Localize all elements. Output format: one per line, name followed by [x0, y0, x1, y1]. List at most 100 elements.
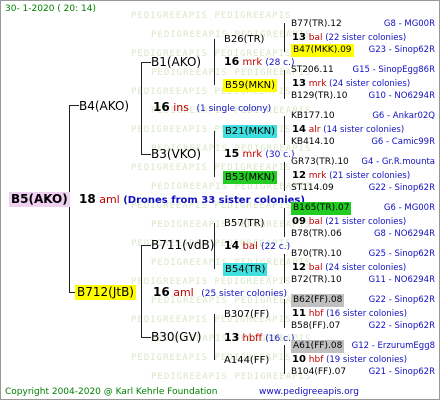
- gen4-top-node[interactable]: B62(FF).08: [291, 294, 345, 307]
- gen2-node[interactable]: B30(GV): [151, 331, 201, 344]
- gen4-bottom-id: G22 - Sinop62R: [368, 183, 435, 193]
- connector: [141, 245, 151, 246]
- gen4-top-id: G4 - Gr.R.mounta: [361, 157, 435, 167]
- count: 14: [292, 124, 306, 135]
- mid-top-info: 16 ins (1 single colony): [153, 101, 271, 116]
- gen4-info: 13 bal (22 sister colonies): [292, 31, 406, 45]
- gen2-node[interactable]: B711(vdB): [151, 239, 214, 252]
- gen3-node[interactable]: B59(MKN): [223, 79, 278, 92]
- sire-count: 18: [79, 192, 96, 206]
- count: 14: [224, 239, 240, 252]
- gen4-top-id: G6 - MG00R: [383, 203, 435, 213]
- gen4-bottom-node[interactable]: B47(MKK).09: [291, 44, 354, 57]
- root-queen[interactable]: B5(AKO): [9, 192, 70, 207]
- connector: [141, 62, 151, 63]
- gen3-node[interactable]: B21(MKN): [223, 125, 278, 138]
- count: 12: [292, 170, 306, 181]
- gen3-node[interactable]: B26(TR): [224, 33, 264, 46]
- code: alr: [305, 125, 321, 135]
- watermark-row: PEDIGREEAPIS PEDIGREEAPIS: [131, 11, 292, 21]
- note: (25 sister colonies): [201, 289, 287, 299]
- gen2-node[interactable]: B3(VKO): [151, 148, 201, 161]
- gen4-bottom-node[interactable]: B72(TR).10: [291, 274, 342, 287]
- connector: [214, 314, 215, 360]
- gen4-bottom-node[interactable]: B104(FF).07: [291, 366, 346, 379]
- connector: [141, 154, 151, 155]
- gen4-bottom-id: G22 - Sinop62R: [368, 321, 435, 331]
- connector: [284, 345, 285, 374]
- count: 13: [224, 331, 240, 344]
- code: aml: [173, 286, 194, 299]
- gen4-top-node[interactable]: B165(TR).07: [291, 202, 352, 215]
- gen4-bottom-id: G21 - Sinop62R: [368, 367, 435, 377]
- gen4-bottom-id: G11 - NO6294R: [368, 275, 435, 285]
- count: 12: [292, 262, 306, 273]
- gen3-node[interactable]: B307(FF): [224, 308, 269, 321]
- gen4-top-id: G12 - ErzurumEgg8: [351, 341, 435, 351]
- code: ins: [173, 101, 189, 114]
- gen4-top-node[interactable]: B77(TR).12: [291, 18, 342, 31]
- note: (22 c.): [260, 242, 291, 252]
- code: bal: [242, 241, 258, 252]
- gen3-node[interactable]: B57(TR): [224, 217, 264, 230]
- gen4-top-node[interactable]: ST206.11: [291, 64, 334, 77]
- code: hbf: [305, 355, 324, 365]
- connector: [141, 62, 142, 154]
- code: bal: [305, 217, 323, 227]
- connector: [284, 116, 285, 145]
- note: (21 sister colonies): [326, 171, 411, 181]
- count: 13: [292, 78, 306, 89]
- gen4-top-node[interactable]: KB177.10: [291, 110, 335, 123]
- gen4-bottom-node[interactable]: B78(TR).06: [291, 228, 342, 241]
- gen3-info: 15 mrk (30 c.): [224, 147, 295, 162]
- note: (24 sister colonies): [322, 263, 407, 273]
- gen4-info: 13 mrk (24 sister colonies): [292, 77, 410, 91]
- sire-code: aml: [99, 193, 120, 206]
- gen4-top-node[interactable]: GR73(TR).10: [291, 156, 349, 169]
- connector: [69, 105, 79, 106]
- gen4-top-node[interactable]: A61(FF).08: [291, 340, 345, 353]
- dam-bottom[interactable]: B712(JtB): [75, 285, 136, 300]
- connector: [284, 23, 285, 52]
- mid-bottom-info: 16 aml (25 sister colonies): [153, 286, 287, 301]
- code: hbff: [242, 333, 263, 344]
- gen4-top-id: G22 - Sinop62R: [368, 295, 435, 305]
- gen4-bottom-node[interactable]: KB414.10: [291, 136, 335, 149]
- count: 13: [292, 32, 306, 43]
- gen4-info: 11 hbf (16 sister colonies): [292, 307, 407, 321]
- pedigree-diagram: PEDIGREEAPIS PEDIGREEAPIS PEDIGREEAPIS P…: [0, 0, 440, 400]
- gen3-node[interactable]: B53(MKN): [223, 171, 278, 184]
- connector: [284, 162, 285, 191]
- site-link[interactable]: www.pedigreeapis.org: [259, 386, 359, 399]
- gen3-node[interactable]: A144(FF): [224, 354, 269, 367]
- code: mrk: [305, 171, 327, 181]
- code: mrk: [242, 149, 263, 160]
- gen4-bottom-id: G23 - Sinop62R: [368, 45, 435, 55]
- root-sire-info: 18 aml (Drones from 33 sister colonies): [79, 193, 305, 207]
- gen3-info: 14 bal (22 c.): [224, 239, 290, 254]
- gen4-info: 12 mrk (21 sister colonies): [292, 169, 410, 183]
- date-stamp: 30- 1-2020 ( 20: 14): [5, 4, 96, 14]
- gen4-top-id: G6 - Ankar02Q: [372, 111, 435, 121]
- count: 16: [153, 285, 170, 299]
- gen4-top-node[interactable]: B70(TR).10: [291, 248, 342, 261]
- count: 09: [292, 216, 306, 227]
- gen4-bottom-node[interactable]: B58(FF).07: [291, 320, 340, 333]
- code: bal: [305, 263, 323, 273]
- connector: [284, 208, 285, 237]
- connector: [284, 254, 285, 283]
- watermark-row: PEDIGREEAPIS PEDIGREEAPIS: [151, 372, 312, 382]
- gen4-top-id: G15 - SinopEgg86R: [352, 65, 436, 75]
- connector: [284, 299, 285, 328]
- gen4-info: 09 bal (21 sister colonies): [292, 215, 406, 229]
- sire-note: (Drones from 33 sister colonies): [123, 195, 305, 206]
- gen4-bottom-node[interactable]: ST114.09: [291, 182, 334, 195]
- gen3-node[interactable]: B54(TR): [223, 263, 268, 276]
- gen2-node[interactable]: B1(AKO): [151, 56, 201, 69]
- note: (21 sister colonies): [322, 217, 407, 227]
- gen4-bottom-node[interactable]: B129(TR).10: [291, 90, 347, 103]
- dam-top[interactable]: B4(AKO): [79, 99, 129, 114]
- gen3-info: 13 hbff (16 c.): [224, 331, 294, 346]
- gen4-bottom-id: G10 - NO6294R: [368, 91, 435, 101]
- connector: [214, 39, 215, 85]
